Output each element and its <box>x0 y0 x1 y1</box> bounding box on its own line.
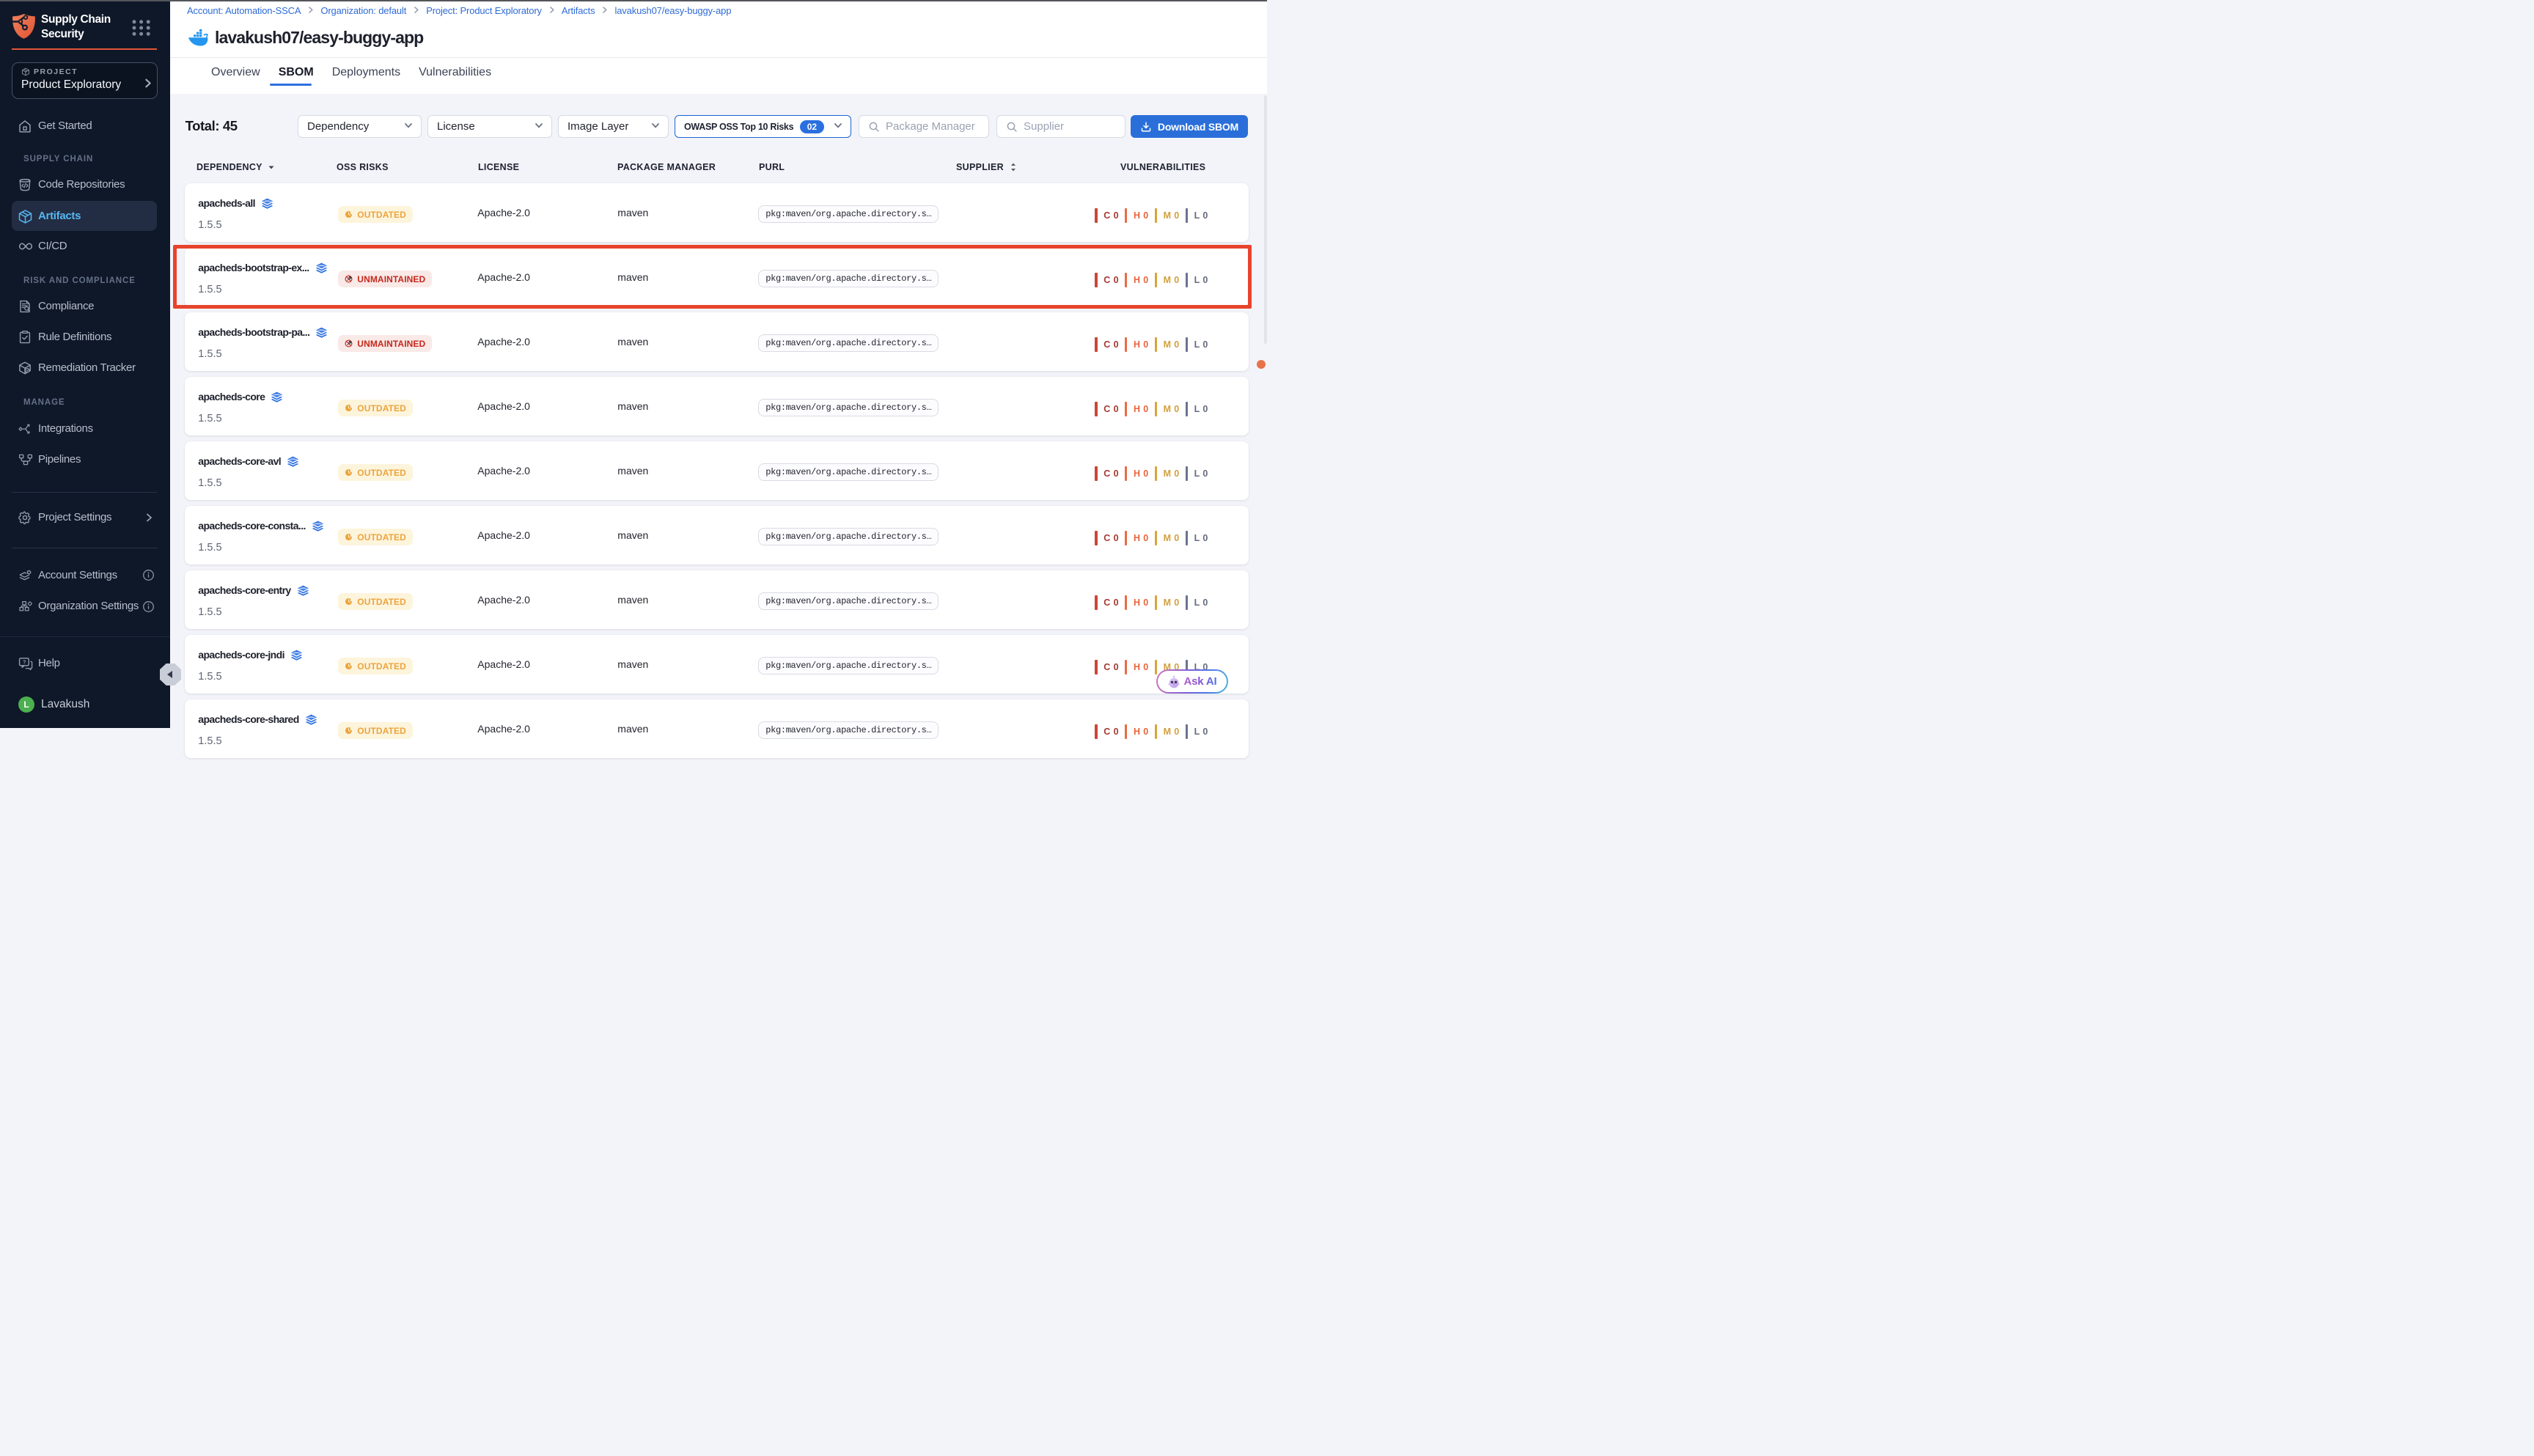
svg-text:?: ? <box>23 658 26 665</box>
